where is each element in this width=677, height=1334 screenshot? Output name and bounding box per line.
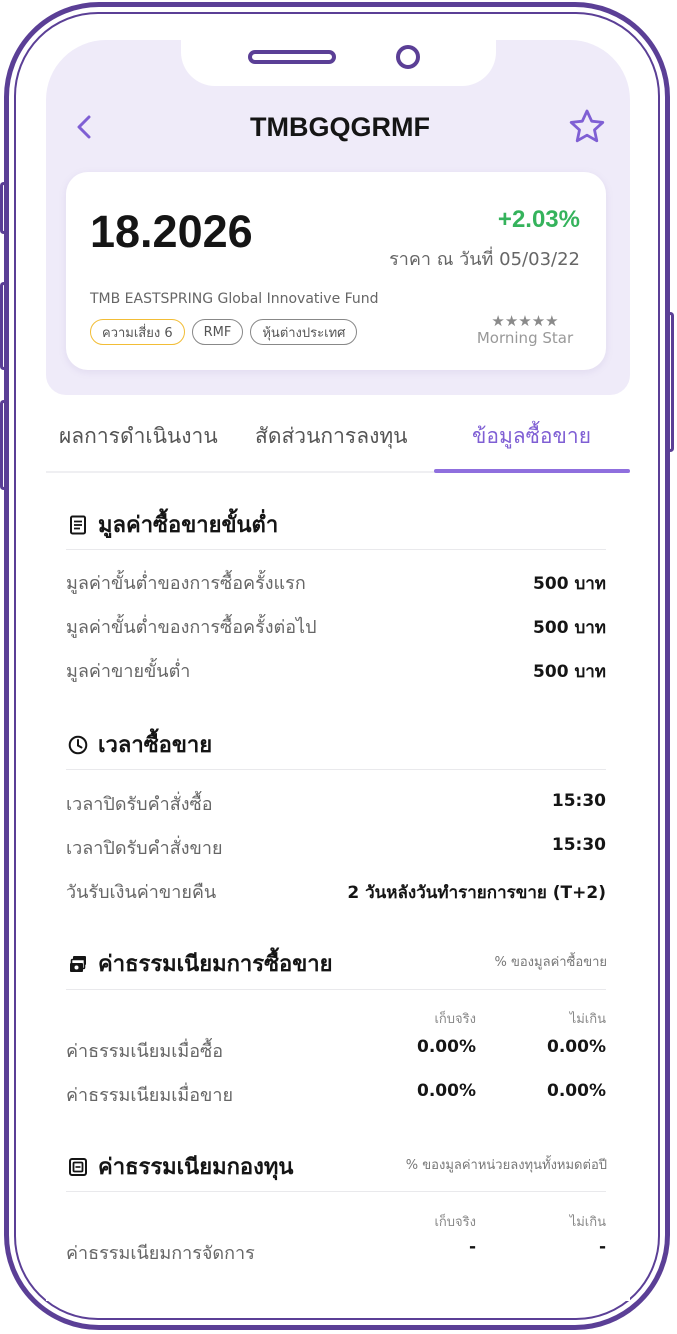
column-header-max: ไม่เกิน	[569, 1012, 606, 1027]
scroll-clip	[46, 1283, 630, 1301]
chevron-left-icon[interactable]	[72, 112, 98, 142]
rating-stars-icon: ★★★★★	[491, 312, 559, 330]
row-value: 500 บาท	[533, 618, 606, 638]
tab-trading-info[interactable]: ข้อมูลซื้อขาย	[472, 420, 591, 453]
row-label: ค่าธรรมเนียมเมื่อขาย	[66, 1085, 233, 1106]
section-title: ค่าธรรมเนียมกองทุน	[98, 1155, 294, 1180]
side-button-power	[667, 312, 674, 452]
fee-actual-value: 0.00%	[417, 1037, 476, 1057]
side-button-volume-down	[0, 400, 7, 490]
morning-star-label: Morning Star	[476, 329, 574, 347]
row-value: 15:30	[551, 835, 606, 855]
divider	[66, 1191, 606, 1192]
side-button-volume-up	[0, 282, 7, 370]
row-value: 15:30	[551, 791, 606, 811]
row-label: มูลค่าขายขั้นต่ำ	[66, 661, 191, 682]
section-fund-fees-header: ค่าธรรมเนียมกองทุน	[68, 1149, 293, 1184]
row-label: มูลค่าขั้นต่ำของการซื้อครั้งต่อไป	[66, 617, 317, 638]
section-timing-header: เวลาซื้อขาย	[68, 727, 212, 762]
tab-performance[interactable]: ผลการดำเนินงาน	[59, 420, 218, 453]
fee-max-value: 0.00%	[547, 1037, 606, 1057]
fee-max-value: -	[598, 1237, 606, 1257]
camera	[396, 45, 420, 69]
column-header-max: ไม่เกิน	[569, 1215, 606, 1230]
price-change: +2.03%	[497, 206, 580, 233]
tab-bar: ผลการดำเนินงาน สัดส่วนการลงทุน ข้อมูลซื้…	[46, 400, 630, 473]
row-label: ค่าธรรมเนียมการจัดการ	[66, 1243, 255, 1264]
row-value: 2 วันหลังวันทำรายการขาย (T+2)	[347, 883, 606, 903]
price-card: 18.2026 +2.03% ราคา ณ วันที่ 05/03/22 TM…	[66, 172, 606, 370]
fund-name: TMB EASTSPRING Global Innovative Fund	[90, 291, 379, 307]
speaker	[248, 50, 336, 64]
row-label: เวลาปิดรับคำสั่งซื้อ	[66, 794, 213, 815]
price-date: ราคา ณ วันที่ 05/03/22	[389, 249, 580, 270]
page-title: TMBGQGRMF	[250, 112, 430, 142]
notch	[181, 40, 496, 86]
section-minimum-header: มูลค่าซื้อขายขั้นต่ำ	[68, 507, 278, 542]
divider	[66, 989, 606, 990]
row-value: 500 บาท	[533, 662, 606, 682]
fee-actual-value: -	[468, 1237, 476, 1257]
row-label: เวลาปิดรับคำสั่งขาย	[66, 838, 223, 859]
divider	[66, 769, 606, 770]
fee-max-value: 0.00%	[547, 1081, 606, 1101]
column-header-actual: เก็บจริง	[434, 1012, 476, 1027]
fund-type-tag: RMF	[191, 319, 244, 345]
tab-allocation[interactable]: สัดส่วนการลงทุน	[255, 420, 408, 453]
nav-price: 18.2026	[90, 206, 253, 257]
asset-class-tag: หุ้นต่างประเทศ	[250, 319, 358, 345]
section-title: เวลาซื้อขาย	[98, 733, 213, 758]
section-note: % ของมูลค่าหน่วยลงทุนทั้งหมดต่อปี	[405, 1158, 607, 1173]
fee-actual-value: 0.00%	[417, 1081, 476, 1101]
row-label: ค่าธรรมเนียมเมื่อซื้อ	[66, 1041, 224, 1062]
divider	[66, 549, 606, 550]
cash-stack-icon	[68, 954, 88, 974]
star-outline-icon[interactable]	[568, 108, 606, 144]
row-label: วันรับเงินค่าขายคืน	[66, 882, 217, 903]
morning-star-rating: ★★★★★ Morning Star	[470, 312, 580, 347]
section-title: มูลค่าซื้อขายขั้นต่ำ	[98, 513, 279, 538]
column-header-actual: เก็บจริง	[434, 1215, 476, 1230]
risk-tag: ความเสี่ยง 6	[90, 319, 185, 345]
row-label: มูลค่าขั้นต่ำของการซื้อครั้งแรก	[66, 573, 306, 594]
tag-list: ความเสี่ยง 6 RMF หุ้นต่างประเทศ	[90, 319, 358, 345]
section-note: % ของมูลค่าซื้อขาย	[494, 955, 608, 970]
fee-receipt-icon	[68, 1157, 88, 1177]
active-tab-indicator	[434, 469, 630, 473]
side-button-mute	[0, 182, 7, 234]
section-title: ค่าธรรมเนียมการซื้อขาย	[98, 952, 333, 977]
document-icon	[68, 515, 88, 535]
row-value: 500 บาท	[533, 574, 606, 594]
section-trading-fees-header: ค่าธรรมเนียมการซื้อขาย	[68, 946, 333, 981]
clock-icon	[68, 735, 88, 755]
